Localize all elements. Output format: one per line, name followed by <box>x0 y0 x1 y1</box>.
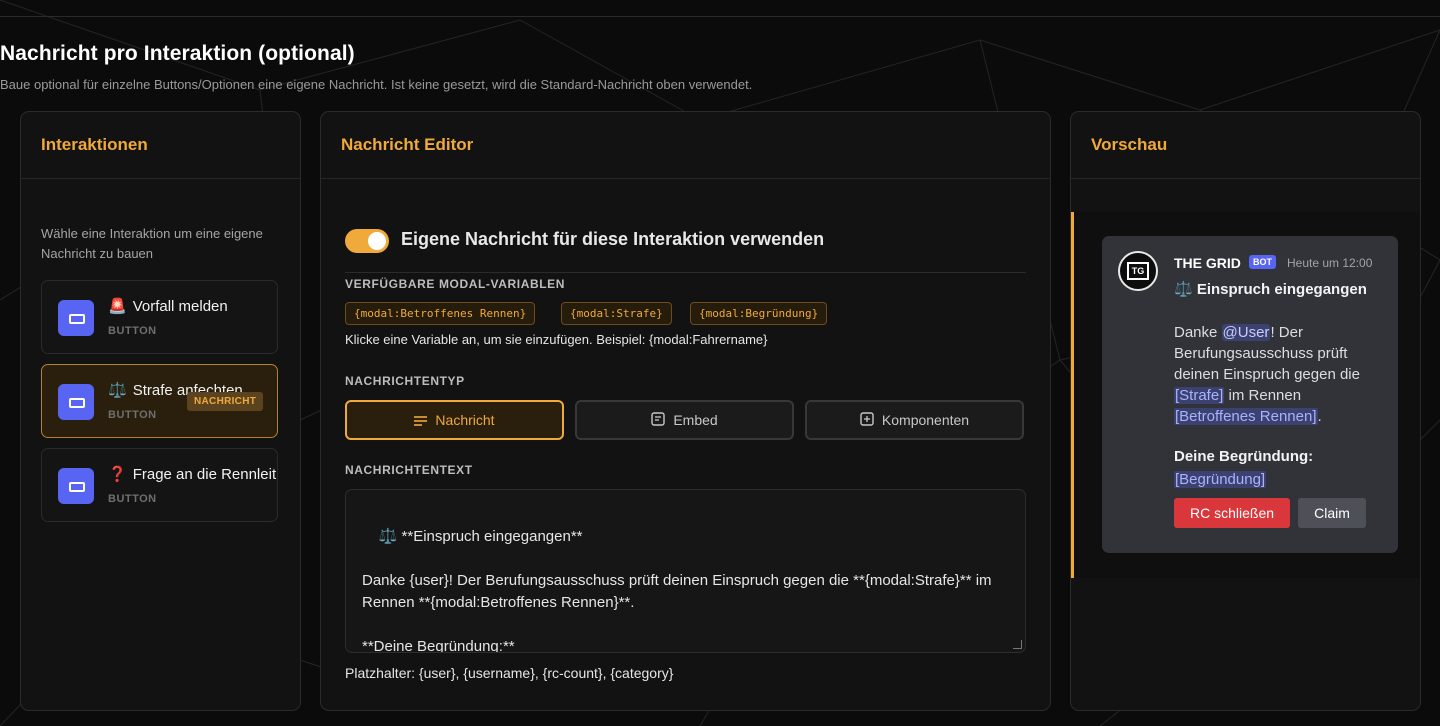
placeholder-rennen: [Betroffenes Rennen] <box>1174 408 1318 425</box>
button-type-icon <box>58 384 94 420</box>
text-lines-icon <box>414 403 428 439</box>
interactions-hint: Wähle eine Interaktion um eine eigene Na… <box>41 226 263 261</box>
message-title: ⚖️ Einspruch eingegangen <box>1174 281 1367 298</box>
interaction-type: BUTTON <box>108 493 157 505</box>
placeholders-hint: Platzhalter: {user}, {username}, {rc-cou… <box>345 665 674 681</box>
type-label: Embed <box>673 412 718 428</box>
variables-hint: Klicke eine Variable an, um sie einzufüg… <box>345 332 768 347</box>
type-nachricht-button[interactable]: Nachricht <box>345 400 564 440</box>
preview-title: Vorschau <box>1071 112 1420 179</box>
placeholder-begruendung: [Begründung] <box>1174 471 1267 488</box>
scales-icon: ⚖️ <box>108 382 127 399</box>
message-timestamp: Heute um 12:00 <box>1287 256 1373 270</box>
resize-handle[interactable] <box>1013 640 1022 649</box>
rc-close-button[interactable]: RC schließen <box>1174 498 1290 528</box>
button-type-icon <box>58 468 94 504</box>
interaction-item-strafe[interactable]: ⚖️ Strafe anfechten BUTTON NACHRICHT <box>41 364 278 438</box>
message-body: Danke @User! Der Berufungsausschuss prüf… <box>1174 324 1360 425</box>
editor-title: Nachricht Editor <box>321 112 1050 179</box>
message-text-content: ⚖️ **Einspruch eingegangen** Danke {user… <box>362 528 992 653</box>
custom-message-badge: NACHRICHT <box>187 392 264 411</box>
claim-button[interactable]: Claim <box>1298 498 1366 528</box>
question-icon: ❓ <box>108 466 127 483</box>
bot-avatar: TG <box>1118 251 1158 291</box>
interaction-type: BUTTON <box>108 325 157 337</box>
toggle-label: Eigene Nachricht für diese Interaktion v… <box>401 229 825 249</box>
plus-square-icon <box>860 403 874 439</box>
type-komponenten-button[interactable]: Komponenten <box>805 400 1024 440</box>
editor-panel: Nachricht Editor Eigene Nachricht für di… <box>320 111 1051 711</box>
user-mention[interactable]: @User <box>1221 324 1271 341</box>
embed-icon <box>651 403 666 439</box>
interaction-item-vorfall[interactable]: 🚨 Vorfall melden BUTTON <box>41 280 278 354</box>
button-type-icon <box>58 300 94 336</box>
siren-icon: 🚨 <box>108 298 127 315</box>
variable-chip-begruendung[interactable]: {modal:Begründung} <box>690 302 828 325</box>
divider <box>345 272 1026 273</box>
message-text-label: NACHRICHTENTEXT <box>345 463 473 477</box>
message-type-label: NACHRICHTENTYP <box>345 374 465 388</box>
interactions-title: Interaktionen <box>21 112 300 179</box>
discord-message-preview: TG THE GRID BOT Heute um 12:00 ⚖️ Einspr… <box>1102 236 1398 553</box>
avatar-logo: TG <box>1127 262 1149 280</box>
top-divider <box>0 16 1440 17</box>
custom-message-toggle[interactable] <box>345 229 389 253</box>
variable-chip-rennen[interactable]: {modal:Betroffenes Rennen} <box>345 302 536 325</box>
interaction-label: Frage an die Rennleitung <box>132 466 277 483</box>
modal-vars-label: VERFÜGBARE MODAL-VARIABLEN <box>345 277 566 291</box>
message-text-area[interactable]: ⚖️ **Einspruch eingegangen** Danke {user… <box>345 489 1026 653</box>
section-subtitle: Baue optional für einzelne Buttons/Optio… <box>0 77 753 92</box>
bot-badge: BOT <box>1249 255 1276 269</box>
toggle-knob <box>368 232 386 250</box>
section-title: Nachricht pro Interaktion (optional) <box>0 42 355 65</box>
interactions-panel: Interaktionen Wähle eine Interaktion um … <box>20 111 301 711</box>
interaction-type: BUTTON <box>108 409 157 421</box>
type-embed-button[interactable]: Embed <box>575 400 794 440</box>
preview-container: TG THE GRID BOT Heute um 12:00 ⚖️ Einspr… <box>1071 212 1420 578</box>
type-label: Komponenten <box>881 412 970 428</box>
variable-chip-strafe[interactable]: {modal:Strafe} <box>561 302 672 325</box>
interaction-item-frage[interactable]: ❓ Frage an die Rennleitung BUTTON <box>41 448 278 522</box>
bot-name: THE GRID <box>1174 255 1241 271</box>
type-label: Nachricht <box>435 412 495 428</box>
reason-label: Deine Begründung: <box>1174 448 1314 465</box>
interaction-label: Vorfall melden <box>132 298 228 315</box>
placeholder-strafe: [Strafe] <box>1174 387 1225 404</box>
preview-panel: Vorschau TG THE GRID BOT Heute um 12:00 … <box>1070 111 1421 711</box>
